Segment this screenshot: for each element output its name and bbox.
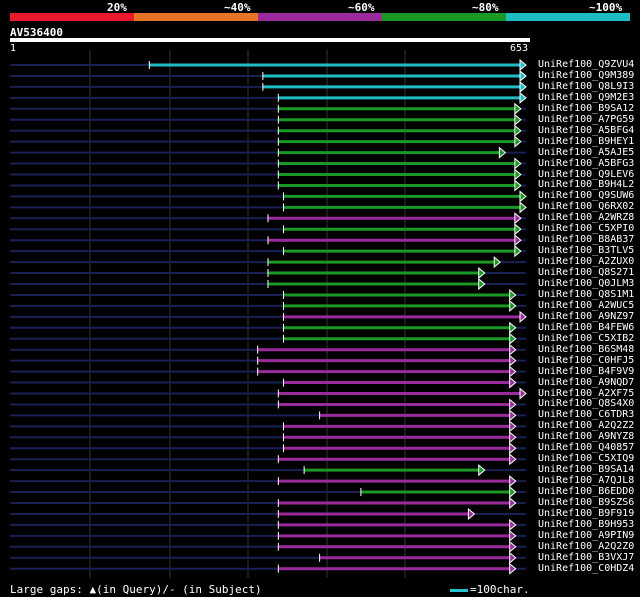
hit-label[interactable]: UniRef100_B8AB37 <box>538 234 634 245</box>
hit-label[interactable]: UniRef100_C0HDZ4 <box>538 563 634 574</box>
hit-label[interactable]: UniRef100_Q9M2E3 <box>538 92 634 103</box>
hit-label[interactable]: UniRef100_C5XIQ9 <box>538 453 634 464</box>
hit-arrow-icon <box>509 398 517 411</box>
hit-label[interactable]: UniRef100_B4F9V9 <box>538 366 634 377</box>
hit-arrow-icon <box>467 507 476 521</box>
hit-label[interactable]: UniRef100_A2Q2Z2 <box>538 420 634 431</box>
hit-label[interactable]: UniRef100_A2Q2Z0 <box>538 541 634 552</box>
hit-label[interactable]: UniRef100_Q8S1M1 <box>538 289 634 300</box>
hit-arrow-icon <box>514 157 522 170</box>
hit-arrow-icon <box>509 562 517 575</box>
hit-label[interactable]: UniRef100_A9PIN9 <box>538 530 634 541</box>
hit-arrow-icon <box>509 518 517 531</box>
hit-label[interactable]: UniRef100_Q0JLM3 <box>538 278 634 289</box>
hit-arrow-icon <box>509 343 517 356</box>
scale-label: =100char. <box>470 583 530 596</box>
hit-label[interactable]: UniRef100_B9H4L2 <box>538 179 634 190</box>
hit-label[interactable]: UniRef100_Q9ZVU4 <box>538 59 634 70</box>
hit-label[interactable]: UniRef100_A9NQD7 <box>538 377 634 388</box>
hit-arrow-icon <box>514 113 522 126</box>
hit-arrow-icon <box>509 496 517 510</box>
hit-label[interactable]: UniRef100_Q9M389 <box>538 70 634 81</box>
hit-label[interactable]: UniRef100_B6EDD0 <box>538 486 634 497</box>
hit-label[interactable]: UniRef100_B9SA14 <box>538 464 634 475</box>
hit-label[interactable]: UniRef100_Q8S271 <box>538 267 634 278</box>
hit-label[interactable]: UniRef100_A2XF75 <box>538 388 634 399</box>
hit-arrow-icon <box>519 58 527 72</box>
hit-label[interactable]: UniRef100_A5BFG3 <box>538 158 634 169</box>
scale-line-icon <box>450 588 468 592</box>
hit-arrow-icon <box>519 190 527 203</box>
hit-label[interactable]: UniRef100_A5AJE5 <box>538 147 634 158</box>
hit-label[interactable]: UniRef100_C0HFJ5 <box>538 355 634 366</box>
hit-arrow-icon <box>509 299 517 312</box>
hit-arrow-icon <box>514 234 522 247</box>
hit-label[interactable]: UniRef100_B9SZS6 <box>538 497 634 508</box>
hit-label[interactable]: UniRef100_C5XIB2 <box>538 333 634 344</box>
hit-label[interactable]: UniRef100_A7PG59 <box>538 114 634 125</box>
hit-arrow-icon <box>514 212 522 225</box>
hit-label[interactable]: UniRef100_B3VXJ7 <box>538 552 634 563</box>
hit-arrow-icon <box>478 266 486 280</box>
hit-arrow-icon <box>498 146 507 159</box>
hit-label[interactable]: UniRef100_B3TLV5 <box>538 245 634 256</box>
hit-label[interactable]: UniRef100_B9H953 <box>538 519 634 530</box>
hit-label[interactable]: UniRef100_A9NYZ8 <box>538 431 634 442</box>
hit-arrow-icon <box>509 365 517 378</box>
hit-arrow-icon <box>509 540 517 553</box>
hit-label[interactable]: UniRef100_Q9LEV6 <box>538 169 634 180</box>
hit-arrow-icon <box>514 245 522 258</box>
gaps-legend: Large gaps: ▲(in Query)/- (in Subject) <box>10 583 262 596</box>
hit-label[interactable]: UniRef100_A7QJL8 <box>538 475 634 486</box>
hit-label[interactable]: UniRef100_B9F919 <box>538 508 634 519</box>
hit-arrow-icon <box>478 464 486 477</box>
hit-arrow-icon <box>514 168 522 181</box>
hit-label[interactable]: UniRef100_Q8S4X0 <box>538 398 634 409</box>
hit-arrow-icon <box>493 256 501 269</box>
hit-label[interactable]: UniRef100_B9HEY1 <box>538 136 634 147</box>
hit-label[interactable]: UniRef100_B6SM48 <box>538 344 634 355</box>
hit-arrow-icon <box>514 179 522 192</box>
hit-label[interactable]: UniRef100_B4FEW6 <box>538 322 634 333</box>
hit-arrow-icon <box>519 201 527 214</box>
hit-label[interactable]: UniRef100_A5BFG4 <box>538 125 634 136</box>
hit-arrow-icon <box>519 387 527 400</box>
hit-arrow-icon <box>509 332 517 345</box>
hit-arrow-icon <box>509 485 517 499</box>
hit-label[interactable]: UniRef100_Q8L9I3 <box>538 81 634 92</box>
hit-label[interactable]: UniRef100_B9SA12 <box>538 103 634 114</box>
hit-arrow-icon <box>514 223 522 236</box>
hit-label[interactable]: UniRef100_Q40857 <box>538 442 634 453</box>
hit-arrow-icon <box>509 288 517 302</box>
hit-arrow-icon <box>509 551 517 564</box>
hit-arrow-icon <box>478 277 486 291</box>
scale-legend: =100char. <box>450 583 530 596</box>
hit-arrow-icon <box>509 431 517 444</box>
hit-label[interactable]: UniRef100_A9NZ97 <box>538 311 634 322</box>
hit-label[interactable]: UniRef100_A2WUC5 <box>538 300 634 311</box>
hit-arrow-icon <box>509 409 517 422</box>
hit-arrow-icon <box>509 321 517 334</box>
hit-arrow-icon <box>509 354 517 367</box>
hit-label[interactable]: UniRef100_Q6RX02 <box>538 201 634 212</box>
hit-label[interactable]: UniRef100_A2ZUX0 <box>538 256 634 267</box>
hit-arrow-icon <box>514 135 522 148</box>
hit-label[interactable]: UniRef100_A2WRZ8 <box>538 212 634 223</box>
hit-arrow-icon <box>514 124 522 137</box>
hit-arrow-icon <box>519 91 527 104</box>
hit-label[interactable]: UniRef100_Q9SUW6 <box>538 190 634 201</box>
hit-arrow-icon <box>514 102 522 115</box>
hit-arrow-icon <box>509 529 517 542</box>
hit-arrow-icon <box>509 475 517 488</box>
hit-arrow-icon <box>519 69 527 83</box>
hit-label[interactable]: UniRef100_C6TDR3 <box>538 409 634 420</box>
hit-arrow-icon <box>519 80 527 93</box>
hit-label[interactable]: UniRef100_C5XPI0 <box>538 223 634 234</box>
hit-arrow-icon <box>509 376 517 389</box>
hit-arrow-icon <box>509 442 517 455</box>
hit-arrow-icon <box>509 453 517 466</box>
hit-arrow-icon <box>509 420 517 433</box>
hit-arrow-icon <box>519 310 527 323</box>
